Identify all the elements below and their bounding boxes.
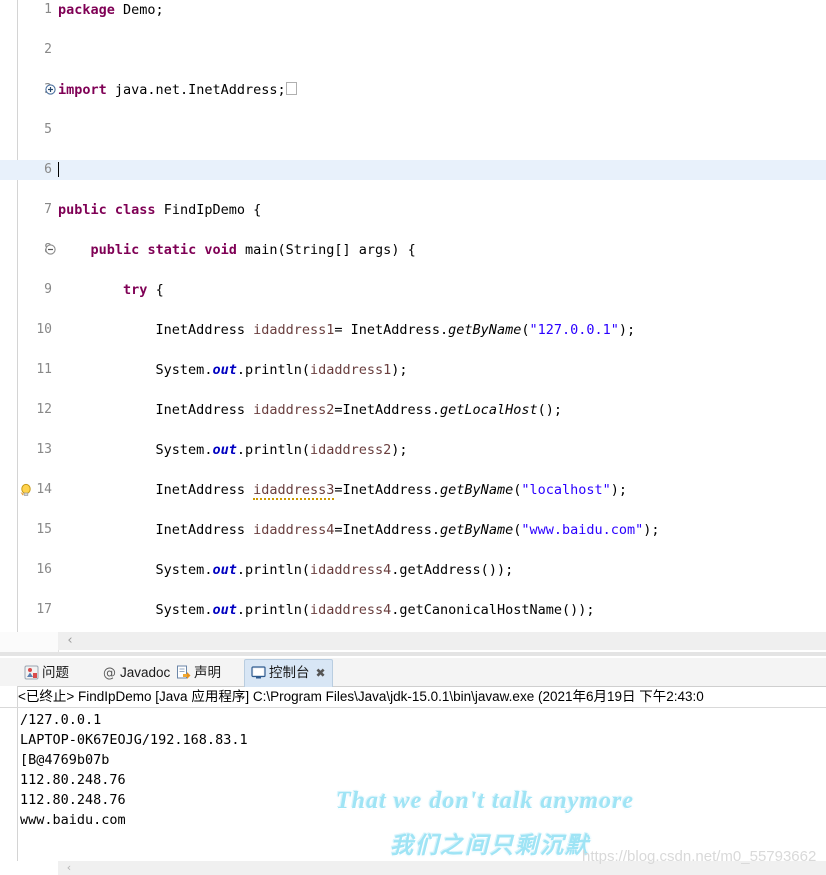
line-number: 2 [44, 42, 52, 57]
console-tab-3[interactable]: 控制台 ✖ [244, 659, 333, 687]
code-line-container: 1 package Demo; 2 3import java.net.InetAddr… [0, 0, 826, 632]
line-number: 17 [36, 602, 52, 617]
console-tab-label: 控制台 [269, 665, 310, 680]
console-scroll-left-icon[interactable]: ‹ [62, 861, 76, 875]
problems-icon [24, 663, 39, 680]
code-line[interactable]: 12 InetAddress idaddress2=InetAddress.ge… [0, 400, 826, 420]
console-output-line: 112.80.248.76 [20, 792, 126, 808]
code-line[interactable]: 8 public static void main(String[] args)… [0, 240, 826, 260]
console-horizontal-scrollbar[interactable]: ‹ [0, 861, 826, 875]
code-line[interactable]: 15 InetAddress idaddress4=InetAddress.ge… [0, 520, 826, 540]
code-line[interactable]: 17 System.out.println(idaddress4.getCano… [0, 600, 826, 620]
console-output[interactable]: /127.0.0.1 LAPTOP-0K67EOJG/192.168.83.1 [B… [20, 710, 820, 830]
code-line[interactable]: 6 [0, 160, 826, 180]
code-line[interactable]: 2 [0, 40, 826, 60]
code-text: InetAddress idaddress1= InetAddress.getB… [155, 322, 636, 338]
code-text [58, 160, 59, 180]
console-left-edge [0, 686, 18, 875]
console-output-line: 112.80.248.76 [20, 772, 126, 788]
line-number: 12 [36, 402, 52, 417]
line-number: 15 [36, 522, 52, 537]
code-line[interactable]: 14 InetAddress idaddress3=InetAddress.ge… [0, 480, 826, 500]
line-number: 13 [36, 442, 52, 457]
code-line[interactable]: 9 try { [0, 280, 826, 300]
line-number: 16 [36, 562, 52, 577]
svg-text:@: @ [103, 666, 116, 680]
line-number: 10 [36, 322, 52, 337]
code-text: System.out.println(idaddress4.getAddress… [155, 562, 514, 578]
code-text: try { [123, 282, 164, 298]
close-icon[interactable]: ✖ [316, 660, 326, 686]
code-line[interactable]: 3import java.net.InetAddress; [0, 80, 826, 100]
code-text: InetAddress idaddress3=InetAddress.getBy… [155, 482, 628, 500]
console-tab-0[interactable]: 问题 [18, 660, 75, 685]
code-text: import java.net.InetAddress; [58, 80, 297, 100]
javadoc-icon: @ [102, 663, 117, 681]
scroll-left-icon[interactable]: ‹ [62, 632, 78, 650]
editor-bottom-divider [0, 652, 826, 656]
line-number: 9 [44, 282, 52, 297]
code-text: public static void main(String[] args) { [90, 242, 416, 258]
line-number: 1 [44, 2, 52, 17]
console-scrollbar-pad [0, 861, 58, 875]
code-line[interactable]: 13 System.out.println(idaddress2); [0, 440, 826, 460]
fold-collapse-icon[interactable] [44, 244, 56, 256]
code-text: InetAddress idaddress2=InetAddress.getLo… [155, 402, 562, 418]
code-line[interactable]: 11 System.out.println(idaddress1); [0, 360, 826, 380]
line-number: 7 [44, 202, 52, 217]
fold-expand-icon[interactable] [44, 84, 56, 96]
code-text: System.out.println(idaddress1); [155, 362, 408, 378]
console-tab-2[interactable]: 声明 [170, 660, 227, 685]
code-text: public class FindIpDemo { [58, 202, 262, 218]
console-output-line: www.baidu.com [20, 812, 126, 828]
line-number: 6 [44, 162, 52, 177]
declaration-icon [176, 663, 191, 679]
code-text: System.out.println(idaddress4.getCanonic… [155, 602, 595, 618]
code-line[interactable]: 16 System.out.println(idaddress4.getAddr… [0, 560, 826, 580]
scrollbar-track[interactable] [58, 632, 826, 650]
code-line[interactable]: 10 InetAddress idaddress1= InetAddress.g… [0, 320, 826, 340]
console-icon [251, 663, 266, 679]
code-line[interactable]: 7 public class FindIpDemo { [0, 200, 826, 220]
code-text: package Demo; [58, 2, 164, 18]
line-number: 11 [36, 362, 52, 377]
console-tab-1[interactable]: @ Javadoc [96, 660, 176, 685]
console-status-line: <已终止> FindIpDemo [Java 应用程序] C:\Program … [0, 686, 826, 708]
console-tab-label: 问题 [42, 665, 69, 680]
console-panel: 问题 @ Javadoc 声明 控制台 ✖ <已终止> FindIpDemo [Java … [0, 658, 826, 875]
code-editor[interactable]: 1 package Demo; 2 3import java.net.InetAddr… [0, 0, 826, 632]
console-output-line: [B@4769b07b [20, 752, 110, 768]
console-tab-bar: 问题 @ Javadoc 声明 控制台 ✖ [0, 658, 826, 687]
scrollbar-gutter-pad [0, 632, 59, 654]
editor-horizontal-scrollbar[interactable]: ‹ [0, 632, 826, 654]
console-output-line: LAPTOP-0K67EOJG/192.168.83.1 [20, 732, 248, 748]
console-tab-label: 声明 [194, 665, 221, 680]
console-output-line: /127.0.0.1 [20, 712, 102, 728]
line-number: 14 [36, 482, 52, 497]
line-number: 5 [44, 122, 52, 137]
code-text: System.out.println(idaddress2); [155, 442, 408, 458]
code-line[interactable]: 5 [0, 120, 826, 140]
code-line[interactable]: 1 package Demo; [0, 0, 826, 20]
console-tab-label: Javadoc [120, 665, 171, 680]
code-text: InetAddress idaddress4=InetAddress.getBy… [155, 522, 660, 538]
